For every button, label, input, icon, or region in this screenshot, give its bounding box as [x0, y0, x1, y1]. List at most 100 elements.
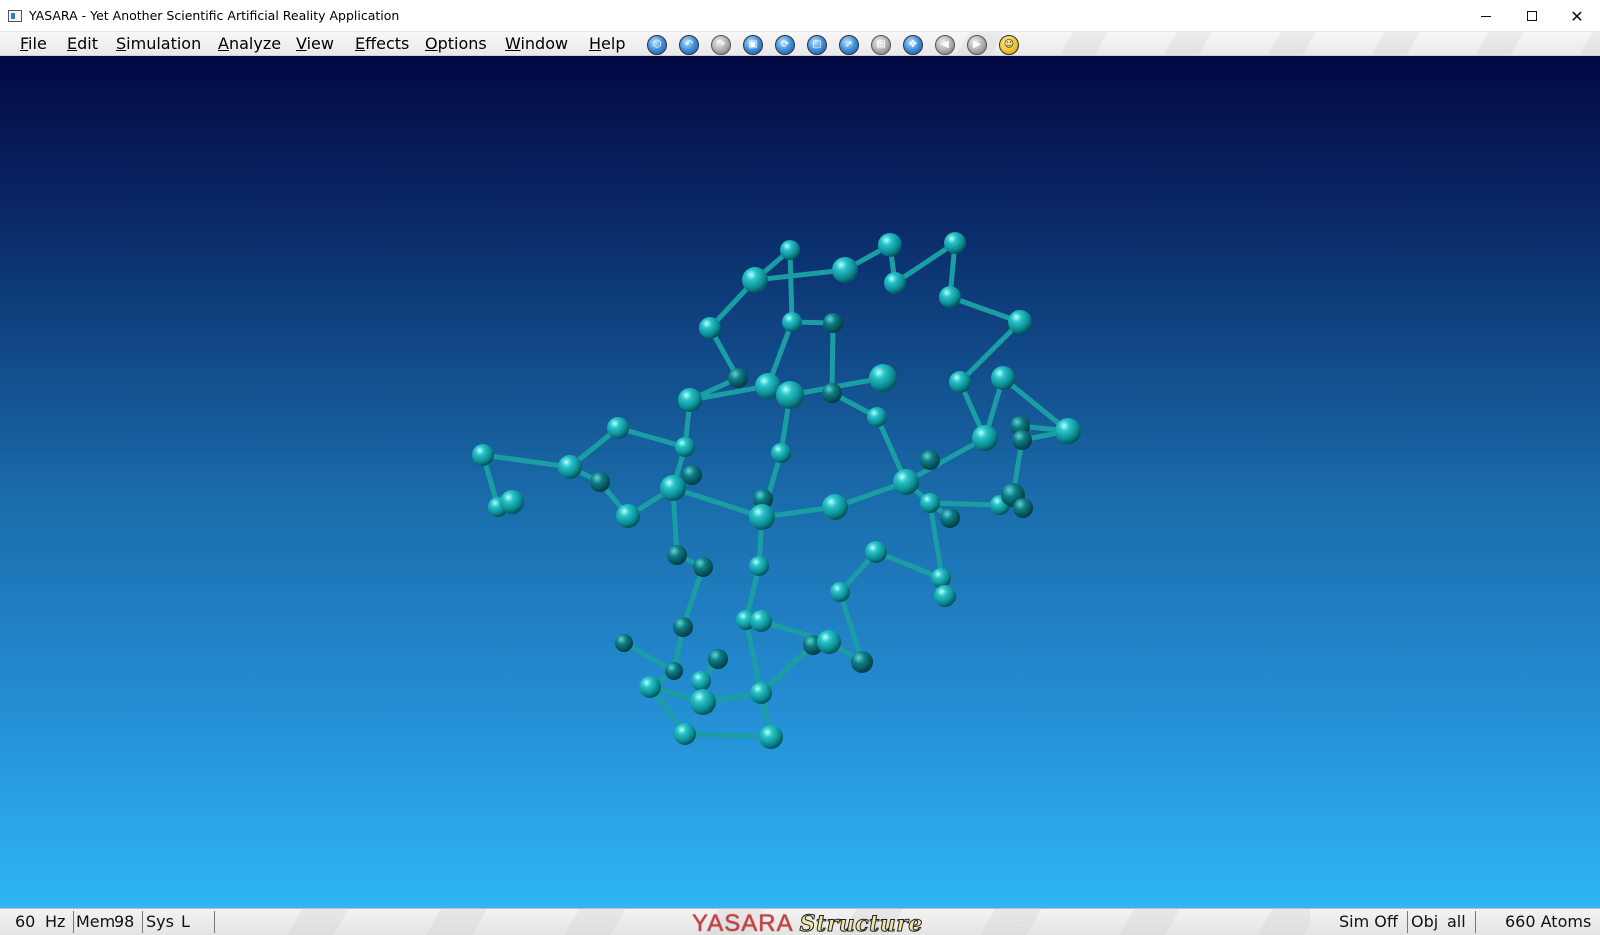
atom[interactable]: [749, 556, 769, 576]
face-icon[interactable]: ☺: [999, 35, 1019, 55]
atom[interactable]: [660, 475, 686, 501]
menu-simulation[interactable]: Simulation: [116, 34, 201, 53]
atom[interactable]: [673, 617, 693, 637]
atom[interactable]: [817, 630, 841, 654]
bond: [787, 247, 795, 325]
atom[interactable]: [851, 651, 873, 673]
obj-value[interactable]: all: [1447, 912, 1466, 931]
atom[interactable]: [665, 662, 683, 680]
center-icon[interactable]: ✥: [903, 35, 923, 55]
maximize-button[interactable]: [1509, 0, 1555, 32]
atom[interactable]: [782, 312, 802, 332]
menu-options[interactable]: Options: [425, 34, 487, 53]
molecule-viewport[interactable]: [0, 56, 1600, 908]
atom[interactable]: [639, 676, 661, 698]
atom[interactable]: [674, 723, 696, 745]
atom-count: 660 Atoms: [1505, 912, 1592, 931]
atom[interactable]: [920, 450, 940, 470]
atom[interactable]: [776, 381, 804, 409]
atom[interactable]: [682, 465, 702, 485]
atom[interactable]: [823, 313, 843, 333]
atom[interactable]: [472, 444, 494, 466]
status-separator: [1475, 911, 1476, 933]
atom[interactable]: [1055, 418, 1081, 444]
atom[interactable]: [1012, 430, 1032, 450]
atom[interactable]: [750, 610, 772, 632]
atom[interactable]: [690, 689, 716, 715]
rewind-icon[interactable]: ◀: [935, 35, 955, 55]
menu-bar: File Edit Simulation Analyze View Effect…: [0, 32, 1600, 56]
redo-icon[interactable]: ↷: [711, 35, 731, 55]
maximize-icon: [1527, 11, 1537, 21]
undo-icon[interactable]: ↶: [679, 35, 699, 55]
atom[interactable]: [699, 317, 721, 339]
title-bar: YASARA - Yet Another Scientific Artifici…: [0, 0, 1600, 32]
atom[interactable]: [1008, 310, 1032, 334]
hexagon-icon[interactable]: ⬡: [647, 35, 667, 55]
atom[interactable]: [939, 286, 961, 308]
menu-view[interactable]: View: [296, 34, 334, 53]
forward-icon[interactable]: ➚: [839, 35, 859, 55]
atom[interactable]: [500, 490, 524, 514]
atom[interactable]: [728, 368, 748, 388]
atom[interactable]: [878, 233, 902, 257]
fast-forward-icon[interactable]: ▶: [967, 35, 987, 55]
atom[interactable]: [869, 364, 897, 392]
atom[interactable]: [920, 493, 940, 513]
atom[interactable]: [822, 383, 842, 403]
atom[interactable]: [708, 649, 728, 669]
atom[interactable]: [865, 541, 887, 563]
atom[interactable]: [830, 582, 850, 602]
atom[interactable]: [944, 232, 966, 254]
atom[interactable]: [691, 671, 711, 691]
atom[interactable]: [607, 417, 629, 439]
bond: [670, 485, 765, 520]
atom[interactable]: [931, 568, 951, 588]
logo-structure: Structure: [799, 911, 923, 935]
menu-help[interactable]: Help: [589, 34, 625, 53]
menu-effects[interactable]: Effects: [355, 34, 409, 53]
atom[interactable]: [693, 557, 713, 577]
atom[interactable]: [884, 272, 906, 294]
page-icon[interactable]: ▢: [807, 35, 827, 55]
atom[interactable]: [991, 366, 1015, 390]
atom[interactable]: [934, 585, 956, 607]
atom[interactable]: [667, 545, 687, 565]
atom[interactable]: [780, 240, 800, 260]
atom[interactable]: [893, 469, 919, 495]
atom[interactable]: [940, 508, 960, 528]
simulation-status[interactable]: Sim Off: [1339, 912, 1398, 931]
menu-analyze[interactable]: Analyze: [218, 34, 281, 53]
atom[interactable]: [759, 725, 783, 749]
atom[interactable]: [771, 443, 791, 463]
atom[interactable]: [616, 504, 640, 528]
atom[interactable]: [558, 455, 582, 479]
save-icon[interactable]: ▤: [871, 35, 891, 55]
menu-edit[interactable]: Edit: [67, 34, 98, 53]
status-bar: 60 Hz Mem 98 Sys L YASARA Structure Sim O…: [0, 908, 1600, 935]
atom[interactable]: [742, 267, 768, 293]
select-icon[interactable]: ▣: [743, 35, 763, 55]
atom[interactable]: [615, 634, 633, 652]
atom[interactable]: [822, 494, 848, 520]
atom[interactable]: [867, 407, 887, 427]
yasara-structure-logo: YASARA Structure: [692, 909, 923, 935]
atom[interactable]: [675, 437, 695, 457]
atom[interactable]: [590, 472, 610, 492]
menu-file[interactable]: File: [20, 34, 47, 53]
atom[interactable]: [1013, 498, 1033, 518]
atom[interactable]: [832, 257, 858, 283]
atom[interactable]: [750, 682, 772, 704]
atom[interactable]: [678, 388, 702, 412]
atom[interactable]: [749, 504, 775, 530]
atom[interactable]: [949, 371, 971, 393]
minimize-button[interactable]: [1463, 0, 1509, 32]
atom[interactable]: [972, 425, 998, 451]
menu-window[interactable]: Window: [505, 34, 568, 53]
sys-value: L: [181, 912, 190, 931]
close-button[interactable]: ✕: [1554, 0, 1600, 32]
bond: [927, 500, 1003, 508]
fps-unit: Hz: [45, 912, 66, 931]
rotate-icon[interactable]: ⟳: [775, 35, 795, 55]
sys-label: Sys: [146, 912, 174, 931]
